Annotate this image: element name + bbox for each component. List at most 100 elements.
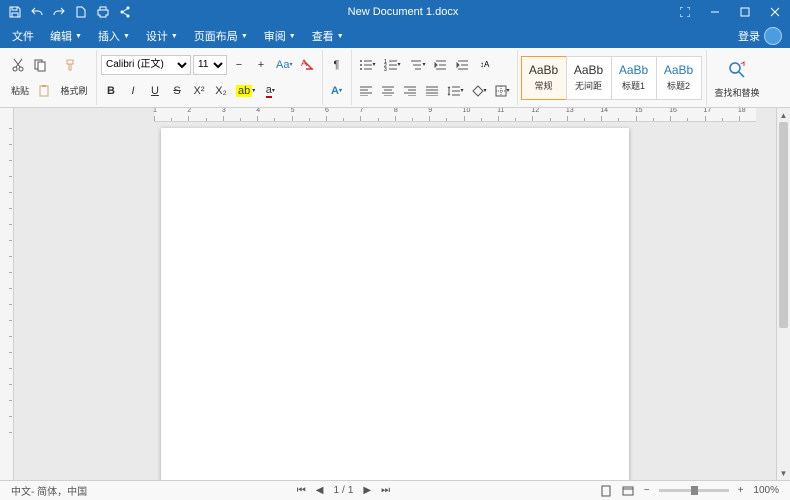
horizontal-ruler[interactable] xyxy=(154,108,756,122)
superscript-button[interactable]: X² xyxy=(189,81,209,101)
zoom-in-button[interactable]: + xyxy=(733,485,749,496)
find-replace-label: 查找和替换 xyxy=(715,86,760,99)
statusbar: 中文- 简体，中国 ⏮ ◀ 1/1 ▶ ⏭ − + 100% xyxy=(0,480,790,500)
align-justify-button[interactable] xyxy=(422,81,442,101)
highlight-button[interactable]: ab▾ xyxy=(233,81,258,101)
vertical-ruler[interactable] xyxy=(0,108,14,480)
find-replace-group: 查找和替换 xyxy=(707,50,768,105)
window-controls xyxy=(670,0,790,24)
vertical-scrollbar[interactable]: ▲ ▼ xyxy=(776,108,790,480)
zoom-slider[interactable] xyxy=(659,489,729,492)
titlebar: New Document 1.docx xyxy=(0,0,790,24)
minimize-icon[interactable] xyxy=(700,0,730,24)
grow-font-button[interactable]: + xyxy=(251,55,271,75)
chevron-down-icon: ▼ xyxy=(241,33,248,40)
first-page-button[interactable]: ⏮ xyxy=(292,485,311,496)
bullets-button[interactable]: ▾ xyxy=(356,55,379,75)
quick-access-toolbar xyxy=(0,0,136,24)
numbering-button[interactable]: 123▾ xyxy=(381,55,404,75)
text-effects-button[interactable]: A▾ xyxy=(327,81,347,101)
copy-button[interactable] xyxy=(30,55,50,75)
line-spacing-button[interactable]: ▾ xyxy=(444,81,467,101)
menu-edit[interactable]: 编辑▼ xyxy=(42,24,90,48)
font-effects-group: ¶ A▾ xyxy=(323,50,352,105)
zoom-level[interactable]: 100% xyxy=(748,485,784,496)
last-page-button[interactable]: ⏭ xyxy=(376,485,395,496)
share-icon[interactable] xyxy=(114,0,136,24)
subscript-button[interactable]: X₂ xyxy=(211,81,231,101)
paste-button[interactable]: 粘贴 xyxy=(8,81,32,101)
format-painter-label[interactable]: 格式刷 xyxy=(56,81,92,101)
view-print-layout-button[interactable] xyxy=(595,485,617,497)
avatar-icon xyxy=(764,27,782,45)
menu-design[interactable]: 设计▼ xyxy=(138,24,186,48)
find-replace-button[interactable] xyxy=(724,56,750,84)
new-doc-icon[interactable] xyxy=(70,0,92,24)
chevron-down-icon: ▼ xyxy=(171,33,178,40)
font-size-combo[interactable]: 11 xyxy=(193,55,227,75)
align-left-button[interactable] xyxy=(356,81,376,101)
style-heading2[interactable]: AaBb 标题2 xyxy=(656,56,702,100)
svg-text:A: A xyxy=(301,58,307,68)
window-title: New Document 1.docx xyxy=(136,6,670,18)
style-no-spacing[interactable]: AaBb 无间距 xyxy=(566,56,612,100)
paste-dropdown-button[interactable] xyxy=(34,81,54,101)
print-icon[interactable] xyxy=(92,0,114,24)
menu-view[interactable]: 查看▼ xyxy=(304,24,352,48)
clipboard-group: 粘贴 格式刷 xyxy=(4,50,97,105)
close-icon[interactable] xyxy=(760,0,790,24)
undo-icon[interactable] xyxy=(26,0,48,24)
font-family-combo[interactable]: Calibri (正文) xyxy=(101,55,191,75)
underline-button[interactable]: U xyxy=(145,81,165,101)
document-page[interactable] xyxy=(161,128,629,480)
prev-page-button[interactable]: ◀ xyxy=(311,485,329,496)
borders-button[interactable]: ▾ xyxy=(492,81,513,101)
menu-insert[interactable]: 插入▼ xyxy=(90,24,138,48)
language-status[interactable]: 中文- 简体，中国 xyxy=(6,483,92,498)
bold-button[interactable]: B xyxy=(101,81,121,101)
change-case-button[interactable]: Aa▾ xyxy=(273,55,295,75)
menu-review[interactable]: 审阅▼ xyxy=(256,24,304,48)
menu-file[interactable]: 文件 xyxy=(4,24,42,48)
strikethrough-button[interactable]: S xyxy=(167,81,187,101)
maximize-icon[interactable] xyxy=(730,0,760,24)
chevron-down-icon: ▼ xyxy=(289,33,296,40)
save-icon[interactable] xyxy=(4,0,26,24)
chevron-down-icon: ▼ xyxy=(75,33,82,40)
document-viewport[interactable] xyxy=(14,108,776,480)
text-direction-button[interactable]: ↕A xyxy=(475,55,495,75)
font-group: Calibri (正文) 11 − + Aa▾ A B I U S X² X₂ … xyxy=(97,50,322,105)
format-painter-button[interactable] xyxy=(52,55,88,75)
shading-button[interactable]: ▾ xyxy=(469,81,490,101)
login-label: 登录 xyxy=(738,28,760,44)
next-page-button[interactable]: ▶ xyxy=(358,485,376,496)
paragraph-group: ▾ 123▾ ▾ ↕A ▾ ▾ ▾ xyxy=(352,50,518,105)
clear-format-button[interactable]: A xyxy=(298,55,318,75)
align-right-button[interactable] xyxy=(400,81,420,101)
font-color-button[interactable]: a▾ xyxy=(260,81,280,101)
zoom-out-button[interactable]: − xyxy=(639,485,655,496)
shrink-font-button[interactable]: − xyxy=(229,55,249,75)
increase-indent-button[interactable] xyxy=(453,55,473,75)
svg-text:3: 3 xyxy=(384,67,387,71)
editor-area: L ▲ ▼ xyxy=(0,108,790,480)
ribbon: 粘贴 格式刷 Calibri (正文) 11 − + Aa▾ A B I U S… xyxy=(0,48,790,108)
style-heading1[interactable]: AaBb 标题1 xyxy=(611,56,657,100)
multilevel-list-button[interactable]: ▾ xyxy=(406,55,429,75)
login-button[interactable]: 登录 xyxy=(738,27,786,45)
view-web-layout-button[interactable] xyxy=(617,485,639,497)
cut-button[interactable] xyxy=(8,55,28,75)
page-indicator[interactable]: 1/1 xyxy=(328,485,358,496)
align-center-button[interactable] xyxy=(378,81,398,101)
fullscreen-icon[interactable] xyxy=(670,0,700,24)
italic-button[interactable]: I xyxy=(123,81,143,101)
redo-icon[interactable] xyxy=(48,0,70,24)
decrease-indent-button[interactable] xyxy=(431,55,451,75)
scroll-down-icon[interactable]: ▼ xyxy=(777,466,790,480)
style-normal[interactable]: AaBb 常规 xyxy=(521,56,567,100)
pilcrow-button[interactable]: ¶ xyxy=(327,55,347,75)
chevron-down-icon: ▼ xyxy=(337,33,344,40)
scroll-up-icon[interactable]: ▲ xyxy=(777,108,790,122)
menu-page-layout[interactable]: 页面布局▼ xyxy=(186,24,256,48)
scroll-thumb[interactable] xyxy=(779,122,788,328)
